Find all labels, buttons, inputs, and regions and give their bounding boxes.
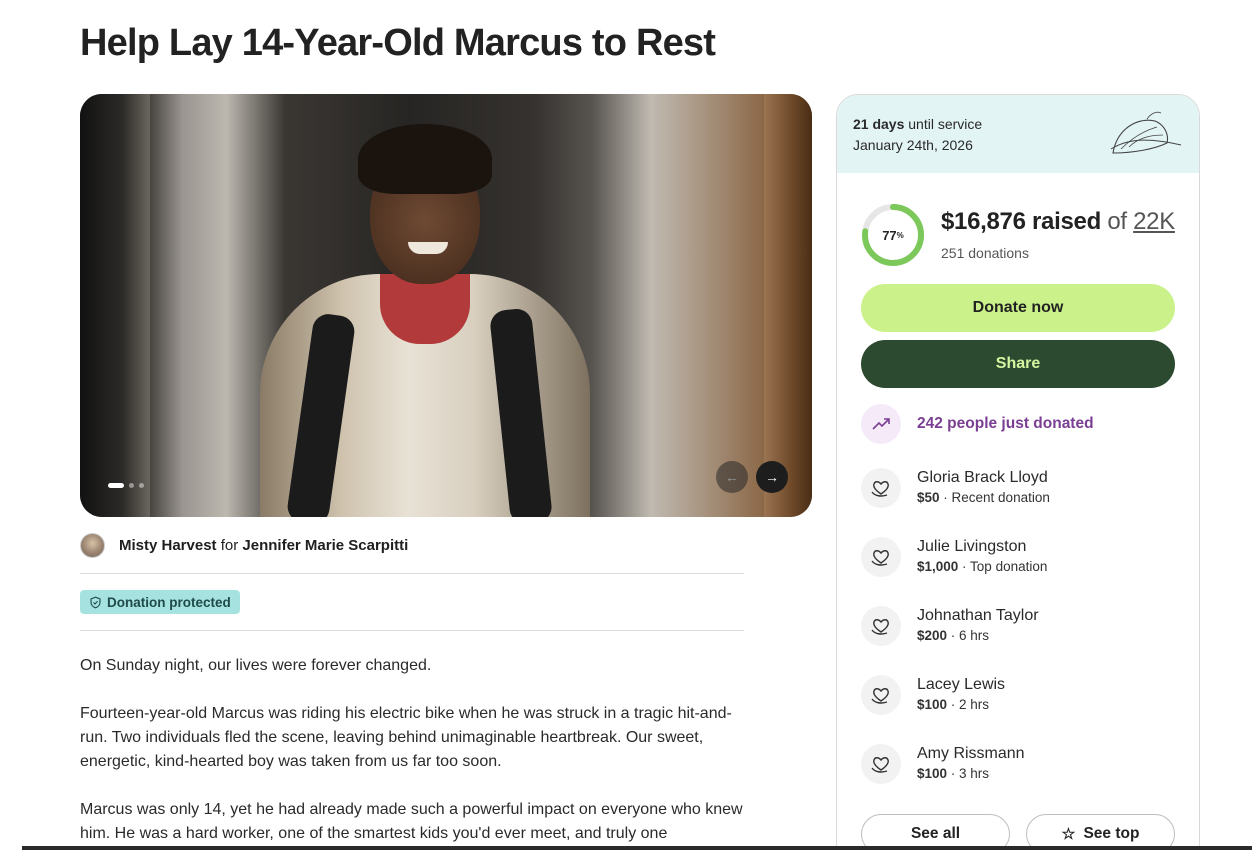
see-all-button[interactable]: See all <box>861 814 1010 850</box>
donor-amount: $100 <box>917 766 948 781</box>
donor-note: · Recent donation <box>939 490 1050 505</box>
organizer-name[interactable]: Misty Harvest <box>119 537 217 554</box>
progress-ring: 77% <box>861 203 925 267</box>
divider <box>80 630 744 631</box>
photo-carousel[interactable]: ← → <box>80 94 812 517</box>
donor-name: Amy Rissmann <box>917 745 1025 762</box>
arrow-left-icon: ← <box>725 469 739 485</box>
donor-amount: $200 <box>917 628 948 643</box>
trend-text: 242 people just donated <box>917 415 1094 432</box>
trending-up-icon <box>861 404 901 444</box>
service-days: 21 days <box>853 116 905 132</box>
arrow-right-icon: → <box>765 469 779 485</box>
donation-count: 251 donations <box>941 245 1029 261</box>
fundraiser-photo <box>260 124 590 517</box>
donor-note: · 6 hrs <box>947 628 990 643</box>
bottom-bar <box>22 846 1252 850</box>
donation-card: 21 days until service January 24th, 2026… <box>836 94 1200 850</box>
recent-donations-trend: 242 people just donated <box>861 404 1094 444</box>
shield-icon <box>90 596 101 608</box>
donor-item: Amy Rissmann $100 · 3 hrs <box>861 744 1025 784</box>
donor-name: Johnathan Taylor <box>917 607 1039 624</box>
progress-percent: 77 <box>882 227 897 243</box>
share-button[interactable]: Share <box>861 340 1175 388</box>
see-top-label: See top <box>1083 825 1140 842</box>
donor-note: · 2 hrs <box>947 697 990 712</box>
donor-amount: $100 <box>917 697 948 712</box>
story-text: On Sunday night, our lives were forever … <box>80 654 744 850</box>
percent-sign: % <box>896 230 904 240</box>
raised-of: of <box>1107 208 1127 235</box>
heart-hand-icon <box>861 468 901 508</box>
organizer-connector: for <box>220 537 239 554</box>
donor-item: Julie Livingston $1,000 · Top donation <box>861 537 1047 577</box>
see-all-label: See all <box>910 825 961 842</box>
carousel-indicators <box>108 483 144 488</box>
divider <box>80 573 744 574</box>
raised-amount: $16,876 raised <box>941 208 1101 235</box>
avatar[interactable] <box>80 533 105 558</box>
donor-item: Gloria Brack Lloyd $50 · Recent donation <box>861 468 1050 508</box>
donor-amount: $1,000 <box>917 559 959 574</box>
donor-name: Julie Livingston <box>917 538 1027 555</box>
donor-note: · 3 hrs <box>947 766 990 781</box>
heart-hand-icon <box>861 744 901 784</box>
story-paragraph: On Sunday night, our lives were forever … <box>80 657 432 674</box>
donor-name: Lacey Lewis <box>917 676 1006 693</box>
goal-amount[interactable]: 22K <box>1133 208 1175 235</box>
donation-protected-badge[interactable]: Donation protected <box>80 590 240 614</box>
star-icon: ☆ <box>1061 825 1076 843</box>
carousel-next-button[interactable]: → <box>756 461 788 493</box>
heart-hand-icon <box>861 537 901 577</box>
leaf-icon <box>1110 111 1182 154</box>
donor-amount: $50 <box>917 490 940 505</box>
page-title: Help Lay 14-Year-Old Marcus to Rest <box>80 22 716 64</box>
story-paragraph: Fourteen-year-old Marcus was riding his … <box>80 705 732 770</box>
see-top-button[interactable]: ☆ See top <box>1026 814 1175 850</box>
story-paragraph: Marcus was only 14, yet he had already m… <box>80 801 743 842</box>
heart-hand-icon <box>861 675 901 715</box>
service-suffix: until service <box>908 116 983 132</box>
beneficiary-name[interactable]: Jennifer Marie Scarpitti <box>242 537 408 554</box>
carousel-dot[interactable] <box>129 483 134 488</box>
organizer-line: Misty Harvest for Jennifer Marie Scarpit… <box>80 533 408 558</box>
carousel-dot[interactable] <box>139 483 144 488</box>
carousel-dot[interactable] <box>108 483 124 488</box>
donor-item: Johnathan Taylor $200 · 6 hrs <box>861 606 1039 646</box>
heart-hand-icon <box>861 606 901 646</box>
donor-item: Lacey Lewis $100 · 2 hrs <box>861 675 1005 715</box>
photo-background <box>764 94 812 517</box>
donor-note: · Top donation <box>958 559 1048 574</box>
donor-name: Gloria Brack Lloyd <box>917 469 1048 486</box>
service-banner: 21 days until service January 24th, 2026 <box>837 95 1199 173</box>
photo-background <box>80 94 150 517</box>
amount-raised: $16,876 raised of 22K <box>941 208 1175 236</box>
carousel-prev-button[interactable]: ← <box>716 461 748 493</box>
badge-label: Donation protected <box>107 594 231 610</box>
donate-now-button[interactable]: Donate now <box>861 284 1175 332</box>
